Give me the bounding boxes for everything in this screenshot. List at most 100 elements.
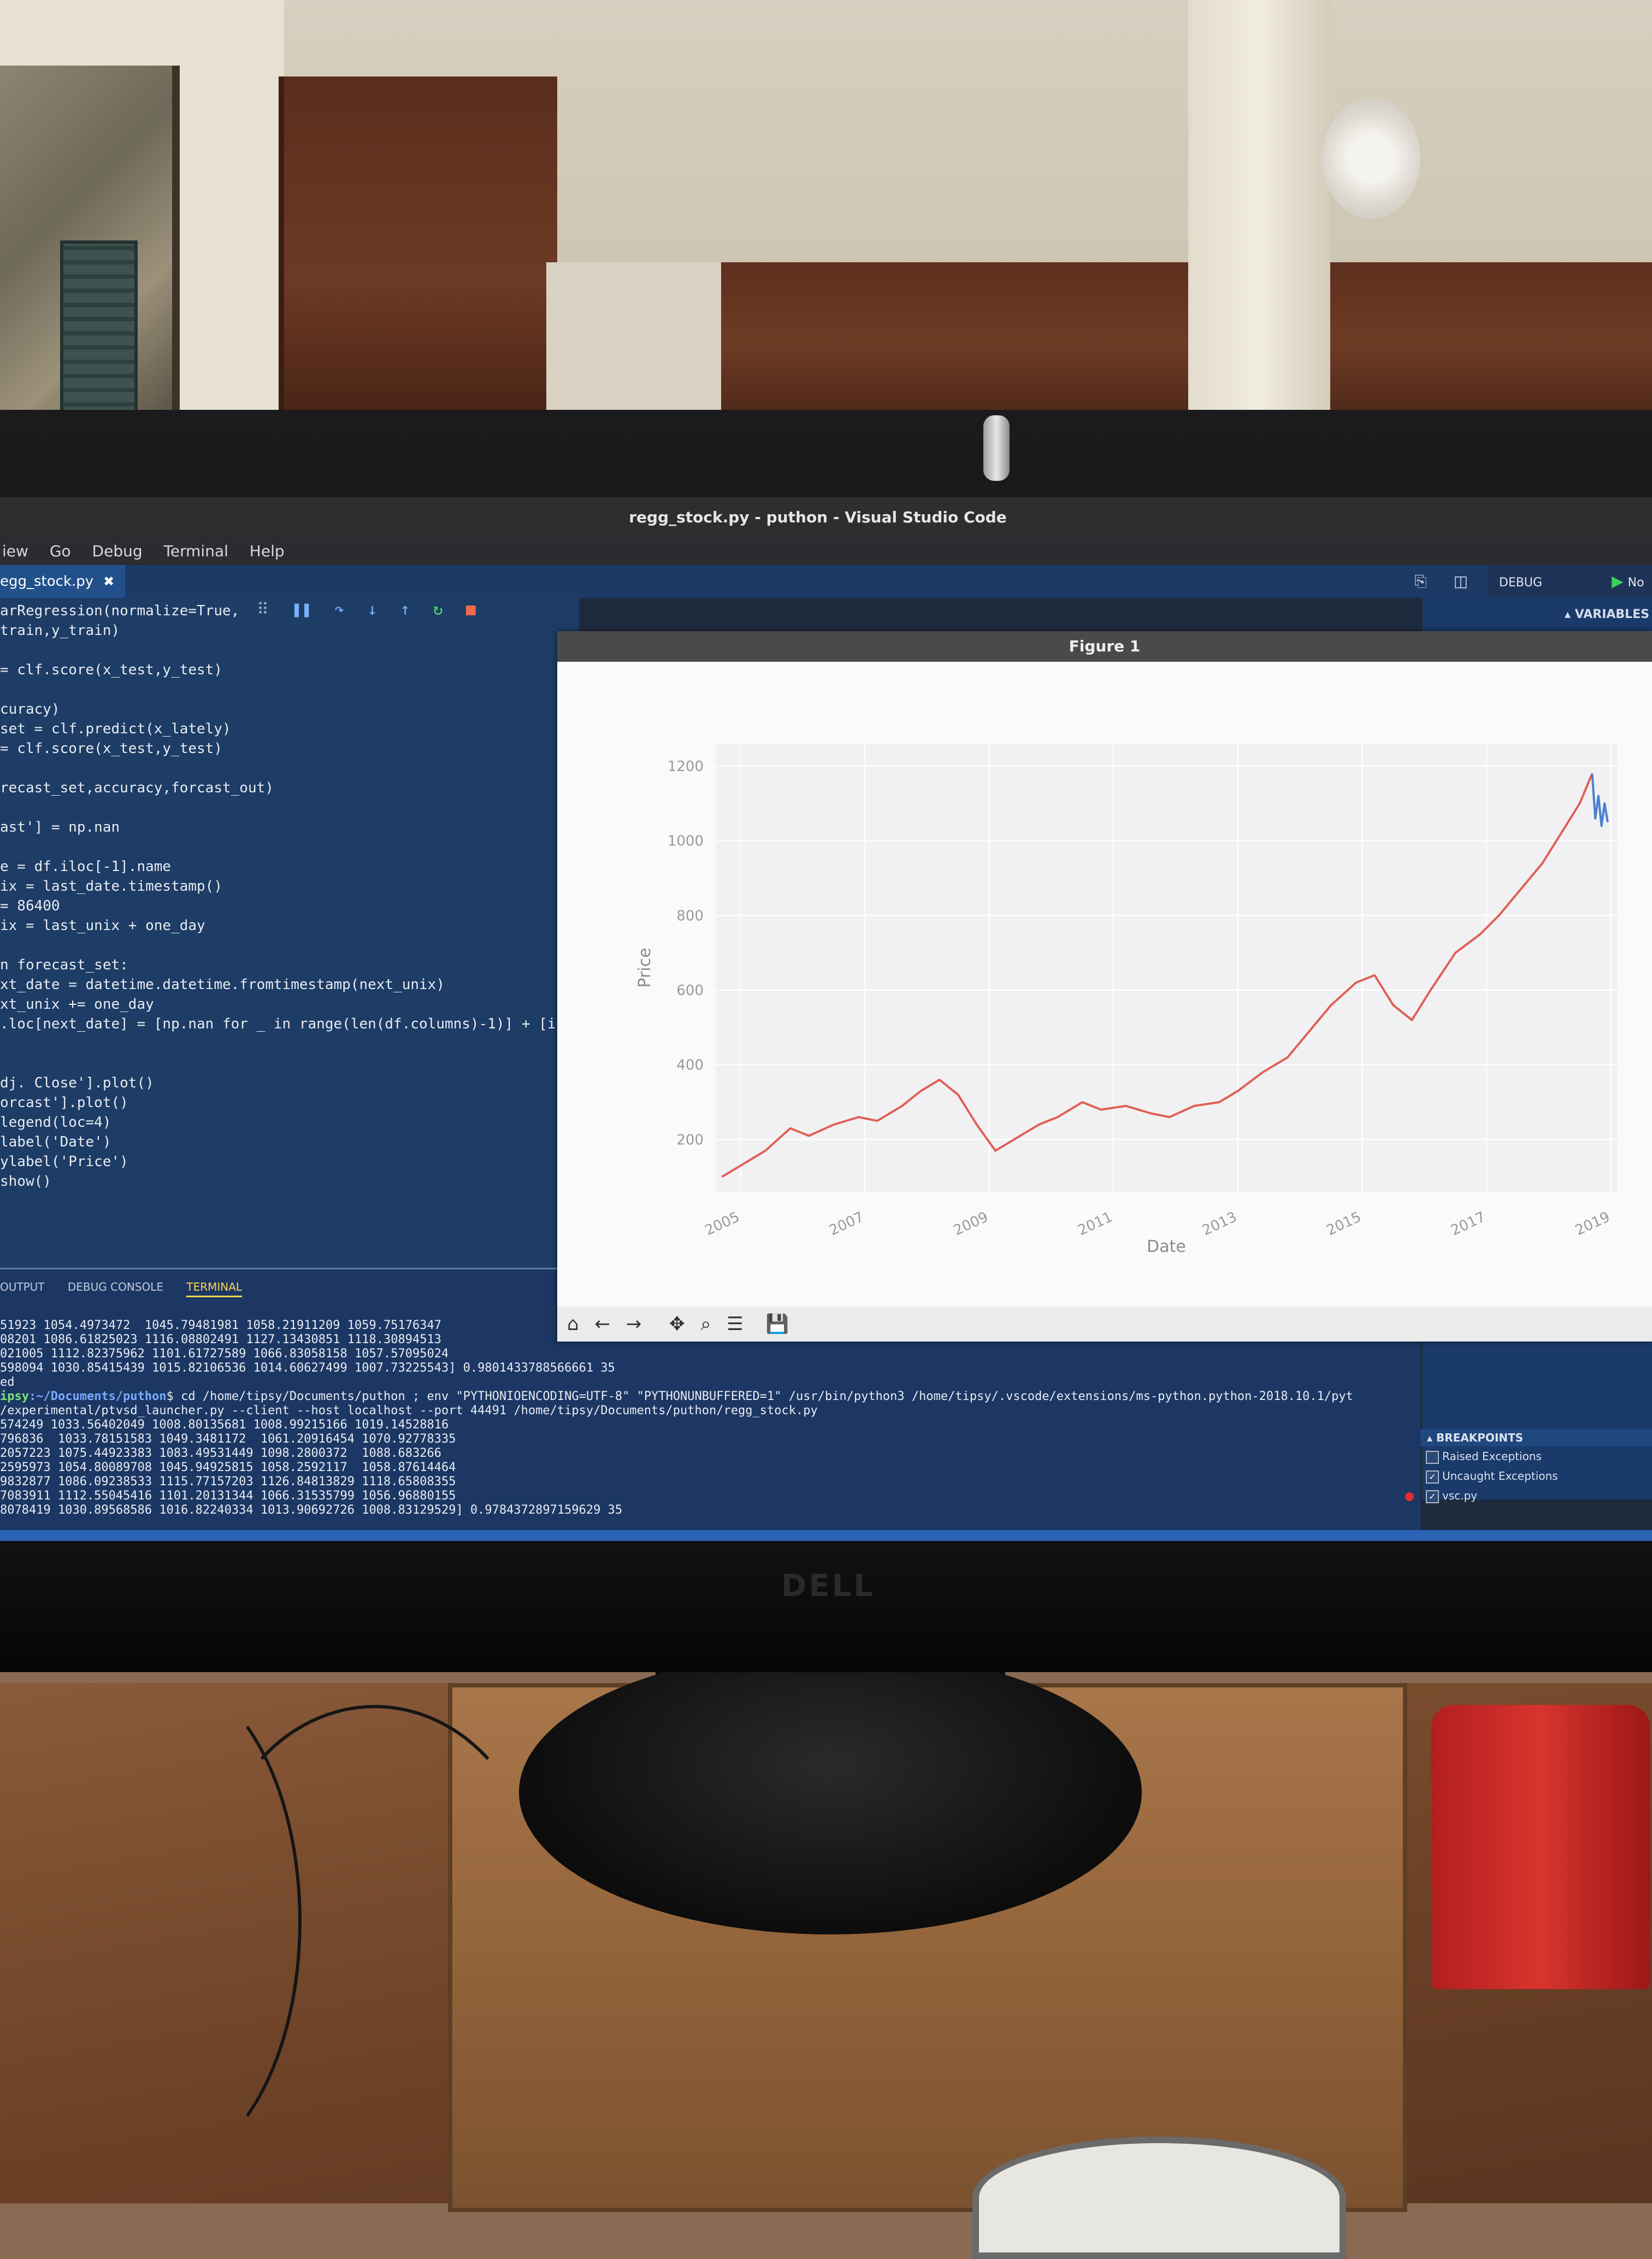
pan-icon[interactable]: ✥ [669,1313,685,1335]
terminal-prompt-line: ipsy:~/Documents/puthon$ cd /home/tipsy/… [0,1390,1353,1404]
y-tick-label: 400 [676,1057,704,1074]
breakpoint-label: vsc.py [1442,1489,1478,1502]
panel-tabs: OUTPUT DEBUG CONSOLE TERMINAL [0,1280,262,1297]
breakpoint-label: Uncaught Exceptions [1442,1469,1558,1483]
y-tick-label: 200 [676,1132,704,1148]
home-icon[interactable]: ⌂ [567,1313,579,1335]
split-editor-icon[interactable]: ◫ [1454,572,1468,590]
terminal-line: 7083911 1112.55045416 1101.20131344 1066… [0,1489,456,1503]
menu-bar: iew Go Debug Terminal Help [0,538,1652,565]
code-line: curacy) [0,701,60,717]
coffee-cup [972,2137,1346,2259]
menu-go[interactable]: Go [50,538,71,565]
y-tick-label: 800 [676,908,704,924]
menu-help[interactable]: Help [250,538,285,565]
y-axis-label: Price [635,948,654,987]
drag-handle-icon[interactable]: ⠿ [257,600,269,619]
terminal-line: 2595973 1054.80089708 1045.94925815 1058… [0,1461,456,1474]
step-into-icon[interactable]: ↓ [367,600,377,619]
breakpoint-item[interactable]: Raised Exceptions [1420,1446,1652,1466]
restart-icon[interactable]: ↻ [433,600,443,619]
code-line: recast_set,accuracy,forcast_out) [0,780,274,796]
terminal-line: ed [0,1375,15,1389]
code-line: label('Date') [0,1134,111,1150]
step-out-icon[interactable]: ↑ [400,600,410,619]
menu-terminal[interactable]: Terminal [164,538,228,565]
x-tick-label: 2019 [1573,1209,1613,1239]
code-line: show() [0,1173,51,1190]
zoom-icon[interactable]: ⌕ [700,1313,711,1335]
terminal-line: /experimental/ptvsd_launcher.py --client… [0,1404,818,1417]
breakpoint-checkbox[interactable]: ✓ [1426,1490,1439,1503]
tab-regg-stock[interactable]: egg_stock.py ✖ [0,565,126,598]
breakpoint-dot-icon [1405,1492,1414,1501]
code-line: ast'] = np.nan [0,819,120,836]
tab-terminal[interactable]: TERMINAL [186,1280,243,1297]
monitor-base [519,1650,1142,1934]
configure-icon[interactable]: ☰ [727,1313,743,1335]
tab-output[interactable]: OUTPUT [0,1280,45,1293]
x-axis-label: Date [1147,1237,1186,1256]
figure-toolbar: ⌂ ← → ✥ ⌕ ☰ 💾 [557,1307,1652,1342]
x-tick-label: 2013 [1200,1209,1240,1239]
breakpoints-title: BREAKPOINTS [1436,1431,1524,1444]
menu-debug[interactable]: Debug [92,538,143,565]
breakpoints-header[interactable]: ▴ BREAKPOINTS [1420,1429,1652,1446]
figure-title: Figure 1 [1069,637,1141,655]
terminal-prompt-user: ipsy [0,1390,29,1403]
open-changes-icon[interactable]: ⎘ [1414,572,1426,590]
debug-toolbar: ⠿ ❚❚ ↷ ↓ ↑ ↻ ■ [257,598,489,622]
terminal-command: $ cd /home/tipsy/Documents/puthon ; env … [166,1390,1353,1403]
back-icon[interactable]: ← [594,1313,610,1335]
x-tick-label: 2011 [1076,1209,1116,1239]
y-tick-label: 1200 [668,758,704,775]
code-line: xt_unix += one_day [0,996,154,1013]
code-editor[interactable]: ⠿ ❚❚ ↷ ↓ ↑ ↻ ■ arRegression(normalize=Tr… [0,598,579,1295]
breakpoint-checkbox[interactable] [1426,1451,1439,1464]
terminal-line: 9832877 1086.09238533 1115.77157203 1126… [0,1475,456,1489]
close-icon[interactable]: ✖ [103,574,114,589]
breakpoint-item[interactable]: ✓ Uncaught Exceptions [1420,1466,1652,1486]
terminal-prompt-path: :~/Documents/puthon [28,1390,167,1403]
code-line: train,y_train) [0,622,120,639]
code-line: ix = last_unix + one_day [0,917,205,934]
code-line: = 86400 [0,898,60,914]
code-line: .loc[next_date] = [np.nan for _ in range… [0,1016,565,1032]
menu-view[interactable]: iew [2,538,28,565]
variables-label: VARIABLES [1574,608,1650,621]
terminal-line: 8078419 1030.89568586 1016.82240334 1013… [0,1503,623,1517]
breakpoint-checkbox[interactable]: ✓ [1426,1470,1439,1484]
breakpoint-item[interactable]: ✓ vsc.py [1405,1486,1652,1505]
wooden-cabinet-right [721,262,1652,426]
figure-titlebar: Figure 1 [557,631,1652,662]
save-icon[interactable]: 💾 [766,1313,789,1335]
breakpoints-section: ▴ BREAKPOINTS Raised Exceptions ✓ Uncaught… [1405,1429,1652,1505]
monitor-screen: regg_stock.py - puthon - Visual Studio C… [0,497,1652,1546]
red-bottle [1431,1705,1650,1989]
terminal-line: 598094 1030.85415439 1015.82106536 1014.… [0,1361,615,1375]
wall-painting [0,66,180,476]
y-tick-label: 600 [676,983,704,999]
window-title: regg_stock.py - puthon - Visual Studio C… [629,508,1007,526]
figure-canvas[interactable]: 200 400 600 800 1000 1200 2005 2007 2009 2011 2013… [557,662,1652,1307]
y-tick-label: 1000 [668,833,704,850]
terminal-output[interactable]: 51923 1054.4973472 1045.79481981 1058.21… [0,1319,1353,1517]
figure-window: Figure 1 200 400 600 800 1000 1200 2005 2007 200… [557,631,1652,1342]
stop-icon[interactable]: ■ [466,600,476,619]
step-over-icon[interactable]: ↷ [334,600,344,619]
code-line: ix = last_date.timestamp() [0,878,222,895]
code-line: = clf.score(x_test,y_test) [0,662,222,678]
code-line: = clf.score(x_test,y_test) [0,740,222,757]
terminal-line: 021005 1112.82375962 1101.61727589 1066.… [0,1347,449,1361]
code-line: n forecast_set: [0,957,128,973]
tab-debug-console[interactable]: DEBUG CONSOLE [68,1280,163,1293]
terminal-line: 574249 1033.56402049 1008.80135681 1008.… [0,1418,449,1432]
x-tick-label: 2005 [703,1209,742,1239]
start-debugging-icon[interactable]: ▶ [1612,572,1624,590]
forward-icon[interactable]: → [626,1313,642,1335]
variables-section-header[interactable]: ▴ VARIABLES [1565,608,1649,621]
pause-icon[interactable]: ❚❚ [292,600,311,619]
x-tick-label: 2017 [1448,1209,1488,1239]
code-line: legend(loc=4) [0,1114,111,1131]
x-tick-label: 2007 [827,1209,866,1239]
